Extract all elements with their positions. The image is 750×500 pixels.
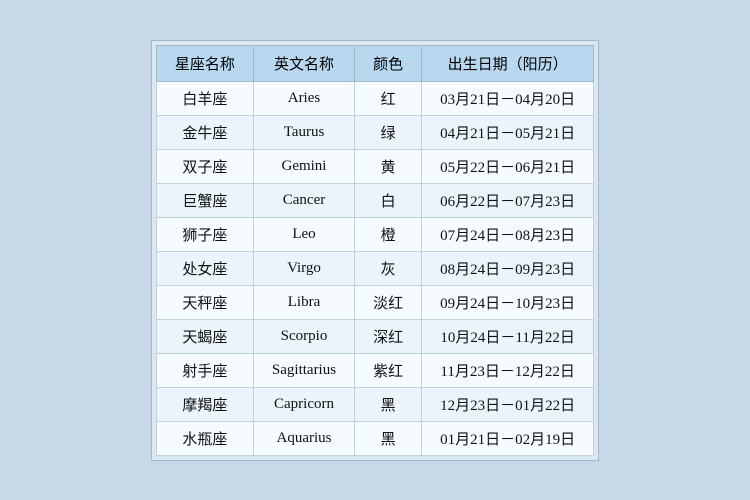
table-row: 巨蟹座Cancer白06月22日－07月23日 — [156, 183, 593, 217]
cell-color: 深红 — [355, 319, 422, 353]
col-header-date: 出生日期（阳历） — [422, 45, 594, 81]
cell-en: Aquarius — [253, 421, 354, 455]
table-row: 狮子座Leo橙07月24日－08月23日 — [156, 217, 593, 251]
zodiac-table: 星座名称 英文名称 颜色 出生日期（阳历） 白羊座Aries红03月21日－04… — [156, 45, 594, 456]
cell-color: 黑 — [355, 421, 422, 455]
cell-date: 07月24日－08月23日 — [422, 217, 594, 251]
cell-en: Virgo — [253, 251, 354, 285]
cell-color: 白 — [355, 183, 422, 217]
cell-date: 12月23日－01月22日 — [422, 387, 594, 421]
cell-date: 10月24日－11月22日 — [422, 319, 594, 353]
cell-date: 11月23日－12月22日 — [422, 353, 594, 387]
cell-zh: 天蝎座 — [156, 319, 253, 353]
cell-color: 紫红 — [355, 353, 422, 387]
cell-color: 橙 — [355, 217, 422, 251]
table-row: 水瓶座Aquarius黑01月21日－02月19日 — [156, 421, 593, 455]
cell-zh: 射手座 — [156, 353, 253, 387]
col-header-en: 英文名称 — [253, 45, 354, 81]
cell-zh: 天秤座 — [156, 285, 253, 319]
cell-en: Sagittarius — [253, 353, 354, 387]
table-row: 处女座Virgo灰08月24日－09月23日 — [156, 251, 593, 285]
table-header-row: 星座名称 英文名称 颜色 出生日期（阳历） — [156, 45, 593, 81]
table-row: 金牛座Taurus绿04月21日－05月21日 — [156, 115, 593, 149]
table-row: 天秤座Libra淡红09月24日－10月23日 — [156, 285, 593, 319]
table-row: 射手座Sagittarius紫红11月23日－12月22日 — [156, 353, 593, 387]
cell-date: 04月21日－05月21日 — [422, 115, 594, 149]
cell-zh: 狮子座 — [156, 217, 253, 251]
cell-color: 红 — [355, 81, 422, 115]
cell-date: 09月24日－10月23日 — [422, 285, 594, 319]
cell-zh: 金牛座 — [156, 115, 253, 149]
cell-en: Cancer — [253, 183, 354, 217]
cell-en: Leo — [253, 217, 354, 251]
cell-zh: 白羊座 — [156, 81, 253, 115]
cell-zh: 巨蟹座 — [156, 183, 253, 217]
cell-date: 06月22日－07月23日 — [422, 183, 594, 217]
col-header-color: 颜色 — [355, 45, 422, 81]
cell-date: 08月24日－09月23日 — [422, 251, 594, 285]
cell-color: 淡红 — [355, 285, 422, 319]
cell-en: Aries — [253, 81, 354, 115]
table-row: 白羊座Aries红03月21日－04月20日 — [156, 81, 593, 115]
cell-zh: 摩羯座 — [156, 387, 253, 421]
cell-zh: 水瓶座 — [156, 421, 253, 455]
cell-color: 黑 — [355, 387, 422, 421]
cell-en: Capricorn — [253, 387, 354, 421]
cell-zh: 处女座 — [156, 251, 253, 285]
cell-color: 灰 — [355, 251, 422, 285]
table-row: 天蝎座Scorpio深红10月24日－11月22日 — [156, 319, 593, 353]
cell-en: Scorpio — [253, 319, 354, 353]
table-row: 摩羯座Capricorn黑12月23日－01月22日 — [156, 387, 593, 421]
cell-date: 03月21日－04月20日 — [422, 81, 594, 115]
cell-en: Taurus — [253, 115, 354, 149]
cell-en: Gemini — [253, 149, 354, 183]
col-header-zh: 星座名称 — [156, 45, 253, 81]
cell-zh: 双子座 — [156, 149, 253, 183]
cell-en: Libra — [253, 285, 354, 319]
cell-date: 01月21日－02月19日 — [422, 421, 594, 455]
table-row: 双子座Gemini黄05月22日－06月21日 — [156, 149, 593, 183]
cell-date: 05月22日－06月21日 — [422, 149, 594, 183]
cell-color: 黄 — [355, 149, 422, 183]
zodiac-table-wrapper: 星座名称 英文名称 颜色 出生日期（阳历） 白羊座Aries红03月21日－04… — [151, 40, 599, 461]
cell-color: 绿 — [355, 115, 422, 149]
